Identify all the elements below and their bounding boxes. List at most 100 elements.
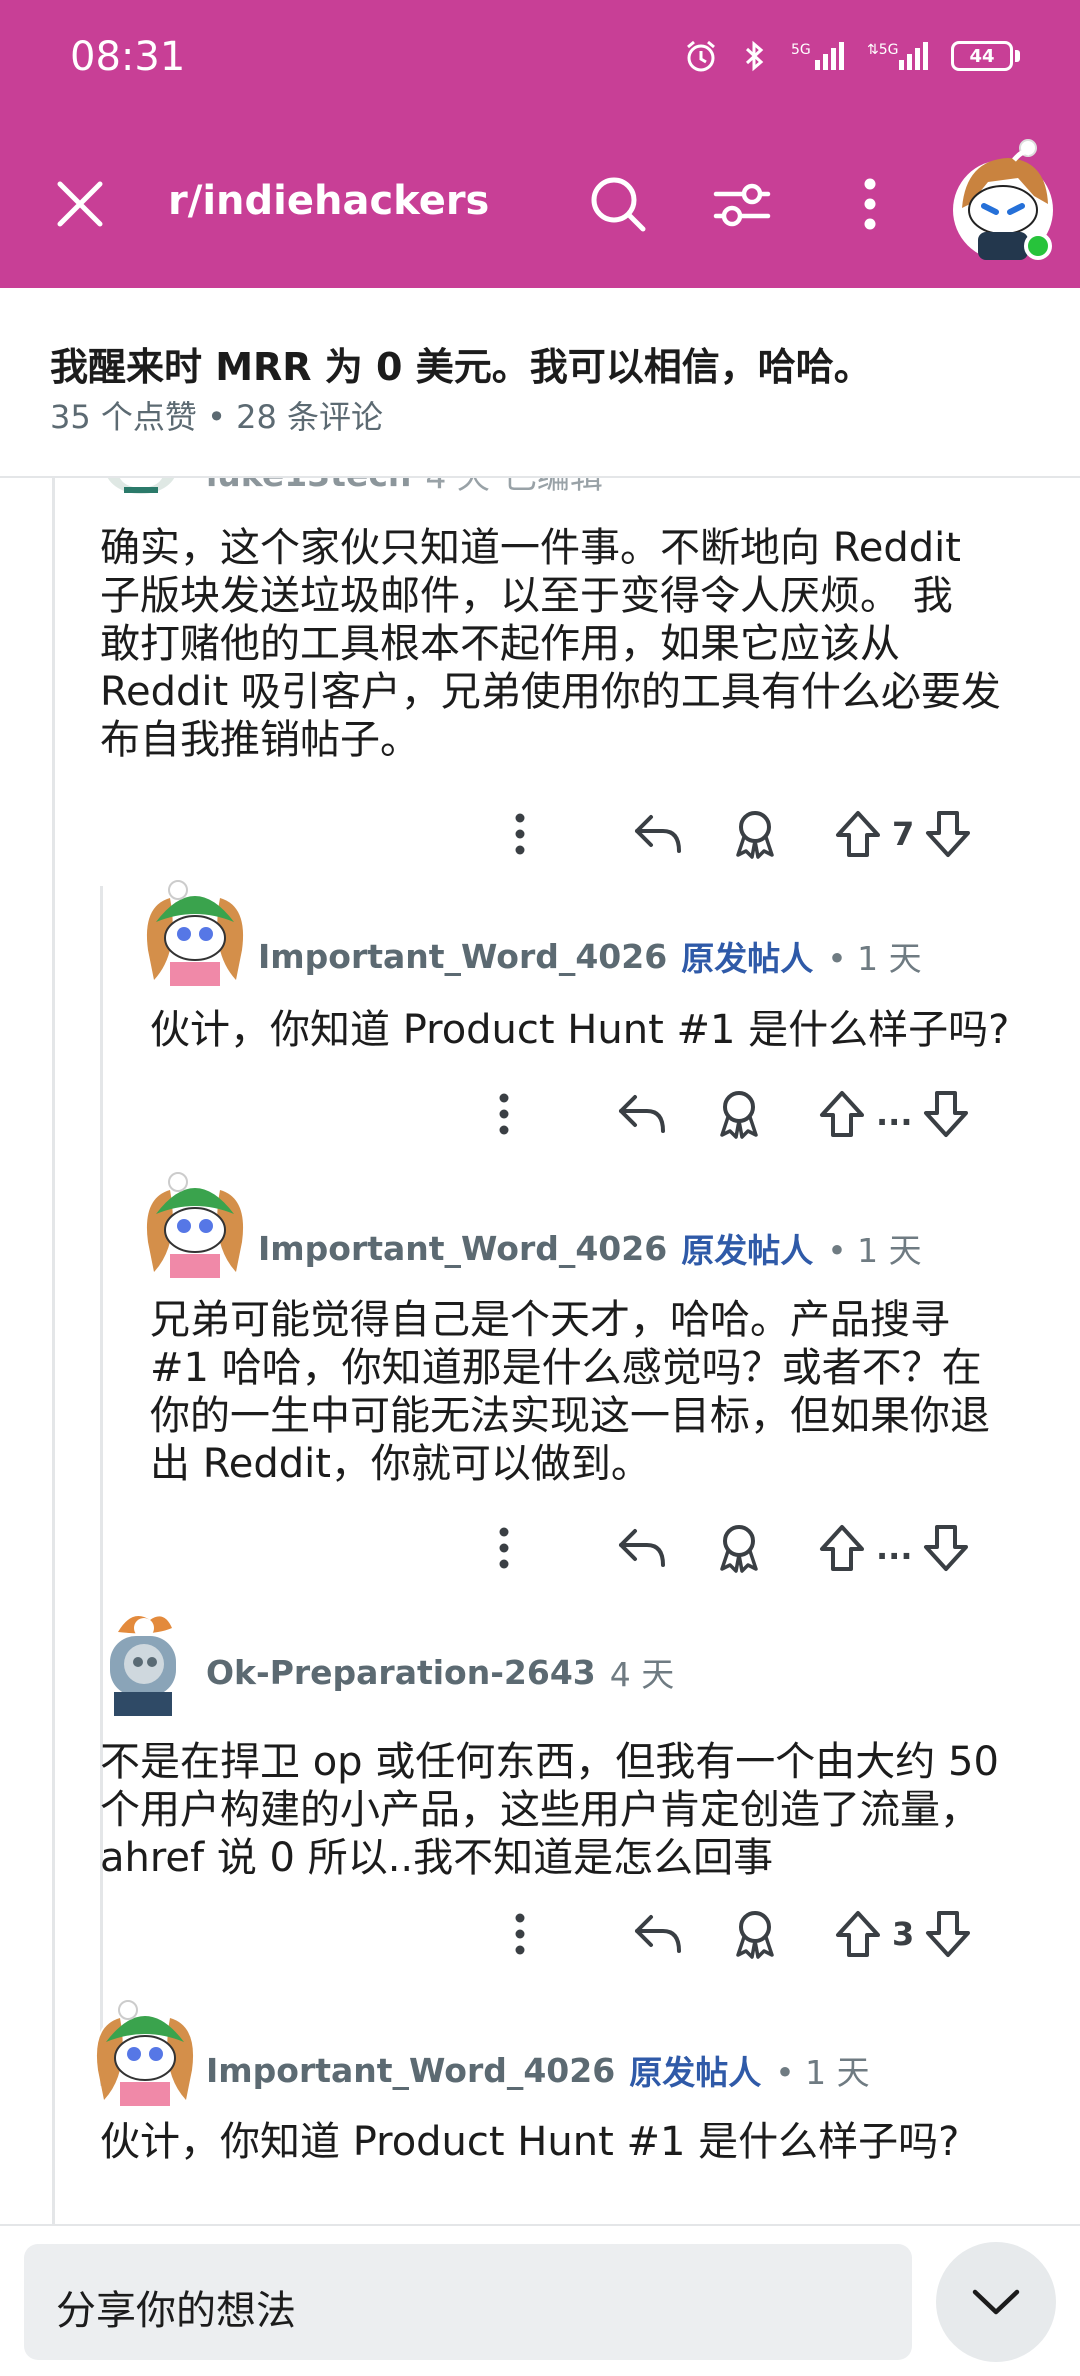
downvote-icon	[924, 1525, 969, 1571]
more-vertical-icon	[499, 1093, 509, 1135]
more-options-button[interactable]	[836, 170, 904, 238]
signal-5g-2-icon: ⇅5G	[867, 42, 928, 70]
comment-author-row: Important_Word_4026 原发帖人 • 1 天	[258, 1224, 922, 1272]
downvote-icon	[926, 811, 971, 857]
upvote-button[interactable]	[834, 1904, 882, 1964]
avatar	[95, 2000, 195, 2106]
app-bar: r/indiehackers	[0, 120, 1080, 288]
bluetooth-icon	[745, 40, 764, 72]
vote-count: ...	[876, 1529, 913, 1567]
comment-actions: 7	[490, 804, 972, 864]
downvote-icon	[926, 1911, 971, 1957]
close-button[interactable]	[48, 172, 112, 236]
comment-body: 不是在捍卫 op 或任何东西，但我有一个由大约 50 个用户构建的小产品，这些用…	[100, 1739, 999, 1881]
post-header[interactable]: 我醒来时 MRR 为 0 美元。我可以相信，哈哈。 35 个点赞 • 28 条评…	[0, 288, 1080, 478]
comment-body: 确实，这个家伙只知道一件事。不断地向 Reddit 子版块发送垃圾邮件，以至于变…	[100, 525, 1001, 763]
comment-actions: ...	[474, 1518, 970, 1578]
status-time: 08:31	[70, 34, 186, 80]
alarm-icon	[687, 40, 715, 72]
comment-author[interactable]: luke13tech	[206, 478, 411, 494]
thread-line	[52, 478, 55, 2224]
reply-button[interactable]	[590, 1084, 694, 1144]
close-icon	[57, 181, 103, 227]
comment-author-row: Ok-Preparation-2643 4 天	[206, 1648, 674, 1696]
downvote-button[interactable]	[924, 804, 972, 864]
battery-icon: 44	[951, 41, 1020, 71]
comment-time: 4 天	[609, 1655, 675, 1694]
reply-input[interactable]: 分享你的想法	[24, 2244, 912, 2360]
comment-author-row: Important_Word_4026 原发帖人 • 1 天	[206, 2046, 870, 2094]
comment-actions: 3	[490, 1904, 972, 1964]
reply-icon	[635, 1915, 681, 1953]
comment-actions: ...	[474, 1084, 970, 1144]
svg-text:⇅5G: ⇅5G	[867, 42, 899, 58]
post-title: 我醒来时 MRR 为 0 美元。我可以相信，哈哈。	[50, 345, 872, 389]
vote-count: 3	[892, 1915, 915, 1953]
comment-author[interactable]: Important_Word_4026	[258, 937, 667, 976]
downvote-button[interactable]	[922, 1518, 970, 1578]
chevron-down-icon	[972, 2289, 1020, 2315]
more-options-button[interactable]	[474, 1084, 534, 1144]
more-vertical-icon	[864, 178, 876, 230]
more-vertical-icon	[515, 1913, 525, 1955]
more-vertical-icon	[499, 1527, 509, 1569]
reply-button[interactable]	[590, 1518, 694, 1578]
upvote-button[interactable]	[834, 804, 882, 864]
more-options-button[interactable]	[474, 1518, 534, 1578]
award-button[interactable]	[704, 1084, 774, 1144]
comment-list[interactable]: luke13tech 4 天 已编辑 确实，这个家伙只知道一件事。不断地向 Re…	[0, 478, 1080, 2224]
award-icon	[736, 811, 774, 859]
comment-body: 伙计，你知道 Product Hunt #1 是什么样子吗?	[100, 2119, 960, 2165]
op-badge: 原发帖人	[681, 1231, 814, 1270]
downvote-button[interactable]	[924, 1904, 972, 1964]
upvote-icon	[820, 1525, 864, 1571]
svg-text:5G: 5G	[791, 42, 811, 58]
award-icon	[736, 1911, 774, 1959]
comment-edited: 已编辑	[504, 478, 603, 498]
more-options-button[interactable]	[490, 1904, 550, 1964]
award-button[interactable]	[720, 1904, 790, 1964]
search-icon	[591, 177, 646, 232]
status-icons: 5G ⇅5G 44	[683, 38, 1020, 74]
op-badge: 原发帖人	[629, 2053, 762, 2092]
filter-button[interactable]	[708, 170, 776, 238]
upvote-icon	[836, 811, 880, 857]
avatar	[145, 1172, 245, 1278]
op-badge: 原发帖人	[681, 939, 814, 978]
upvote-button[interactable]	[818, 1084, 866, 1144]
comment-body: 伙计，你知道 Product Hunt #1 是什么样子吗?	[150, 1007, 1010, 1053]
comment-author[interactable]: Important_Word_4026	[258, 1229, 667, 1268]
bottom-bar: 分享你的想法	[0, 2224, 1080, 2376]
reply-button[interactable]	[606, 804, 710, 864]
subreddit-name[interactable]: r/indiehackers	[168, 178, 489, 224]
comment-author[interactable]: Important_Word_4026	[206, 2051, 615, 2090]
avatar	[145, 880, 245, 986]
comment-author-row: Important_Word_4026 原发帖人 • 1 天	[258, 932, 922, 980]
award-icon	[720, 1525, 758, 1573]
reply-button[interactable]	[606, 1904, 710, 1964]
comment-time: • 1 天	[775, 2053, 870, 2092]
comment-time: 4 天	[425, 478, 490, 498]
comment-author-row: luke13tech 4 天 已编辑	[206, 478, 603, 498]
comment-time: • 1 天	[827, 1231, 922, 1270]
award-button[interactable]	[704, 1518, 774, 1578]
user-avatar-button[interactable]	[948, 138, 1058, 268]
comment-author[interactable]: Ok-Preparation-2643	[206, 1653, 596, 1692]
search-button[interactable]	[584, 170, 652, 238]
more-options-button[interactable]	[490, 804, 550, 864]
avatar	[107, 478, 175, 494]
upvote-button[interactable]	[818, 1518, 866, 1578]
award-button[interactable]	[720, 804, 790, 864]
more-vertical-icon	[515, 813, 525, 855]
comment-time: • 1 天	[827, 939, 922, 978]
downvote-button[interactable]	[922, 1084, 970, 1144]
signal-5g-icon: 5G	[791, 42, 844, 70]
avatar	[110, 1616, 176, 1716]
collapse-button[interactable]	[936, 2242, 1056, 2362]
upvote-icon	[820, 1091, 864, 1137]
vote-count: ...	[876, 1095, 913, 1133]
upvote-icon	[836, 1911, 880, 1957]
downvote-icon	[924, 1091, 969, 1137]
reply-icon	[619, 1529, 665, 1567]
reply-icon	[619, 1095, 665, 1133]
